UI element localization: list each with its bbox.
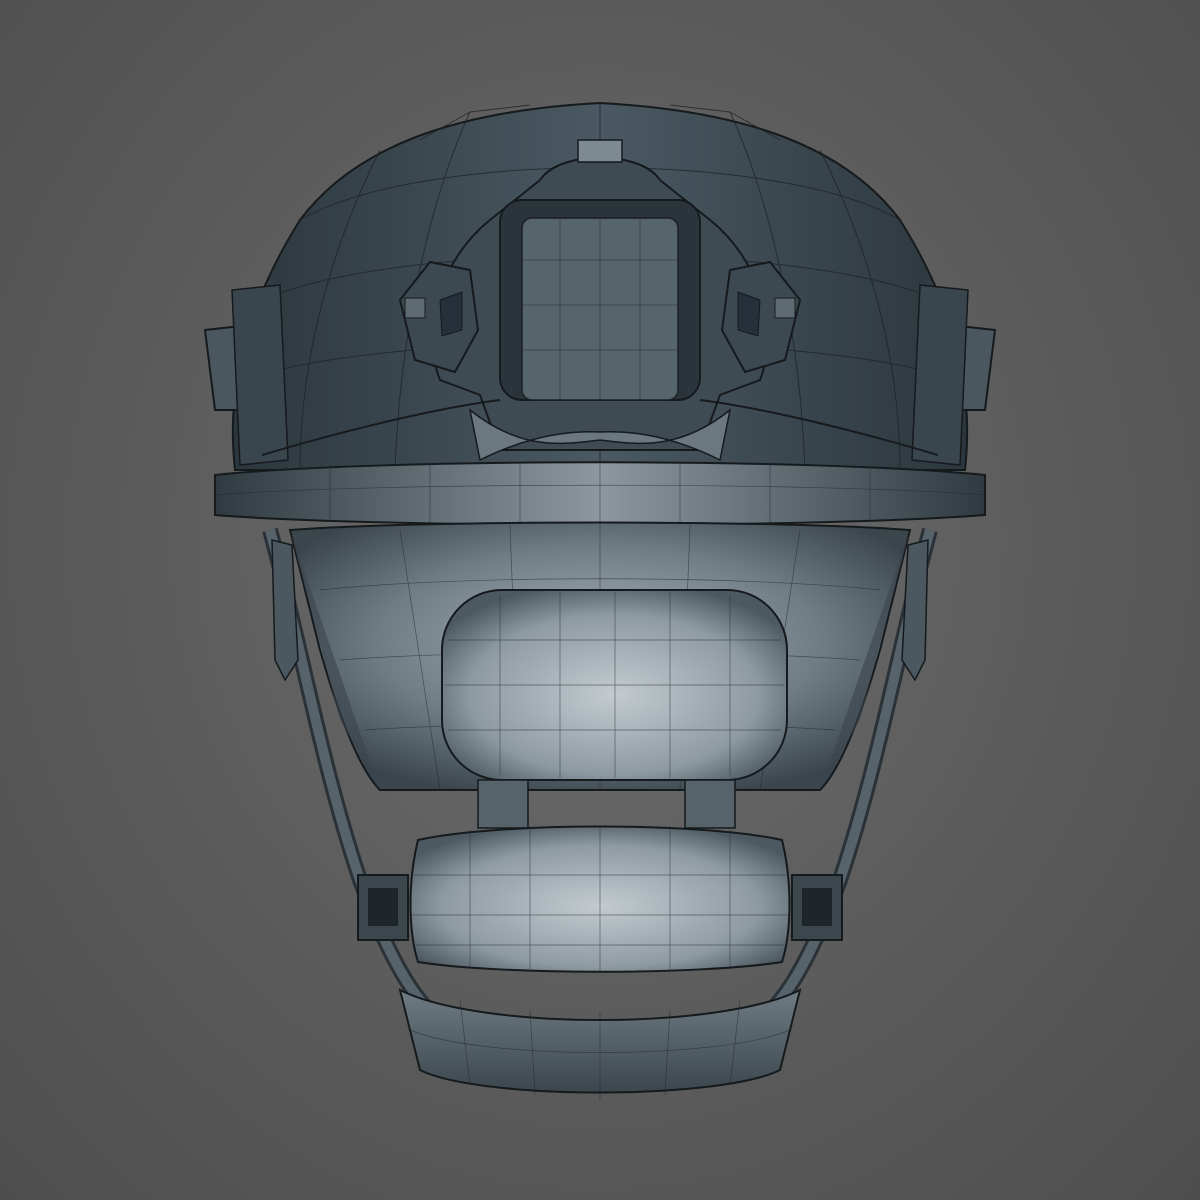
right-side-rail — [911, 284, 997, 466]
right-strap-buckle — [791, 874, 843, 941]
left-strap-buckle — [357, 874, 409, 941]
lower-nape-pad — [409, 825, 791, 973]
right-strap-tab — [901, 539, 929, 682]
pad-connector-left — [477, 779, 529, 829]
helmet-render-viewport — [203, 101, 997, 1100]
left-side-rail — [203, 284, 289, 466]
upper-comfort-pad — [441, 589, 788, 781]
helmet-rim-band — [214, 461, 986, 527]
left-strap-tab — [271, 539, 299, 682]
pad-connector-right — [684, 779, 736, 829]
